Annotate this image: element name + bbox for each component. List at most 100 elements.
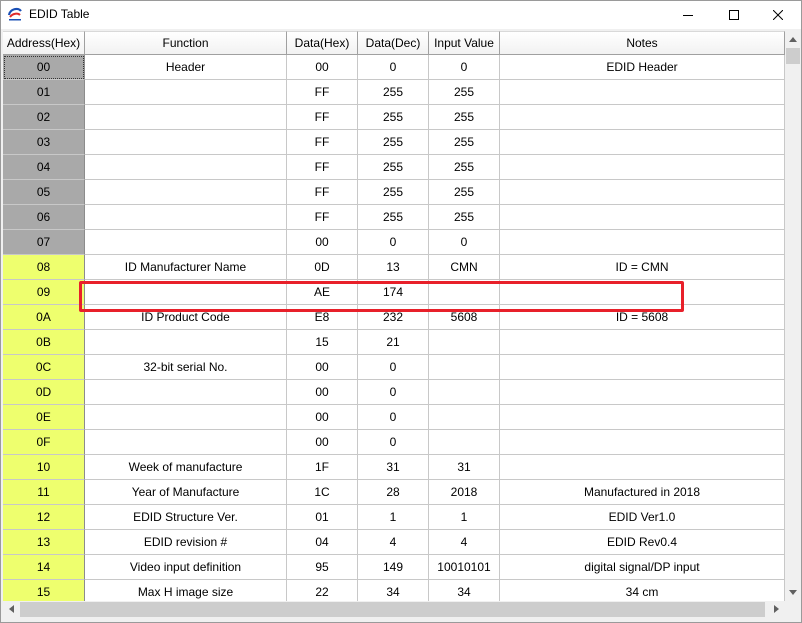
data-dec-cell[interactable]: 21 <box>358 330 429 355</box>
function-cell[interactable] <box>85 105 287 130</box>
function-cell[interactable]: ID Product Code <box>85 305 287 330</box>
address-cell[interactable]: 00 <box>3 55 85 80</box>
notes-cell[interactable] <box>500 355 785 380</box>
column-header-input-value[interactable]: Input Value <box>429 31 500 55</box>
data-dec-cell[interactable]: 0 <box>358 55 429 80</box>
address-cell[interactable]: 0D <box>3 380 85 405</box>
data-hex-cell[interactable]: FF <box>287 205 358 230</box>
address-cell[interactable]: 10 <box>3 455 85 480</box>
column-header-data-dec[interactable]: Data(Dec) <box>358 31 429 55</box>
table-row[interactable]: 04 FF 255 255 <box>3 155 785 180</box>
minimize-button[interactable] <box>665 1 711 29</box>
address-cell[interactable]: 11 <box>3 480 85 505</box>
table-row[interactable]: 03 FF 255 255 <box>3 130 785 155</box>
function-cell[interactable] <box>85 205 287 230</box>
data-dec-cell[interactable]: 255 <box>358 205 429 230</box>
address-cell[interactable]: 0A <box>3 305 85 330</box>
table-row[interactable]: 06 FF 255 255 <box>3 205 785 230</box>
input-value-cell[interactable]: 10010101 <box>429 555 500 580</box>
data-dec-cell[interactable]: 13 <box>358 255 429 280</box>
address-cell[interactable]: 05 <box>3 180 85 205</box>
input-value-cell[interactable]: 255 <box>429 80 500 105</box>
input-value-cell[interactable] <box>429 405 500 430</box>
notes-cell[interactable] <box>500 105 785 130</box>
scroll-down-button[interactable] <box>785 584 801 601</box>
notes-cell[interactable] <box>500 205 785 230</box>
data-dec-cell[interactable]: 232 <box>358 305 429 330</box>
address-cell[interactable]: 0E <box>3 405 85 430</box>
input-value-cell[interactable] <box>429 330 500 355</box>
data-dec-cell[interactable]: 255 <box>358 80 429 105</box>
input-value-cell[interactable]: 4 <box>429 530 500 555</box>
data-hex-cell[interactable]: 22 <box>287 580 358 601</box>
data-hex-cell[interactable]: FF <box>287 80 358 105</box>
vertical-scroll-thumb[interactable] <box>786 48 800 64</box>
notes-cell[interactable]: ID = 5608 <box>500 305 785 330</box>
input-value-cell[interactable]: 5608 <box>429 305 500 330</box>
data-hex-cell[interactable]: 01 <box>287 505 358 530</box>
address-cell[interactable]: 15 <box>3 580 85 601</box>
address-cell[interactable]: 04 <box>3 155 85 180</box>
input-value-cell[interactable]: 255 <box>429 180 500 205</box>
data-dec-cell[interactable]: 149 <box>358 555 429 580</box>
data-dec-cell[interactable]: 31 <box>358 455 429 480</box>
table-row[interactable]: 05 FF 255 255 <box>3 180 785 205</box>
input-value-cell[interactable] <box>429 430 500 455</box>
notes-cell[interactable] <box>500 380 785 405</box>
table-row[interactable]: 01 FF 255 255 <box>3 80 785 105</box>
address-cell[interactable]: 01 <box>3 80 85 105</box>
address-cell[interactable]: 13 <box>3 530 85 555</box>
data-hex-cell[interactable]: 00 <box>287 405 358 430</box>
function-cell[interactable]: Week of manufacture <box>85 455 287 480</box>
input-value-cell[interactable]: 1 <box>429 505 500 530</box>
input-value-cell[interactable]: CMN <box>429 255 500 280</box>
scroll-right-button[interactable] <box>768 601 785 618</box>
input-value-cell[interactable]: 255 <box>429 130 500 155</box>
table-row[interactable]: 09 AE 174 <box>3 280 785 305</box>
notes-cell[interactable]: ID = CMN <box>500 255 785 280</box>
function-cell[interactable]: Header <box>85 55 287 80</box>
data-hex-cell[interactable]: 15 <box>287 330 358 355</box>
notes-cell[interactable] <box>500 405 785 430</box>
function-cell[interactable] <box>85 330 287 355</box>
notes-cell[interactable] <box>500 280 785 305</box>
data-hex-cell[interactable]: 00 <box>287 55 358 80</box>
table-row[interactable]: 13 EDID revision #04 4 4 EDID Rev0.4 <box>3 530 785 555</box>
data-dec-cell[interactable]: 255 <box>358 155 429 180</box>
table-row[interactable]: 0B 15 21 <box>3 330 785 355</box>
address-cell[interactable]: 02 <box>3 105 85 130</box>
input-value-cell[interactable]: 255 <box>429 205 500 230</box>
address-cell[interactable]: 03 <box>3 130 85 155</box>
horizontal-scroll-thumb[interactable] <box>20 602 765 617</box>
function-cell[interactable]: EDID Structure Ver. <box>85 505 287 530</box>
address-cell[interactable]: 07 <box>3 230 85 255</box>
input-value-cell[interactable]: 2018 <box>429 480 500 505</box>
notes-cell[interactable]: digital signal/DP input <box>500 555 785 580</box>
data-dec-cell[interactable]: 0 <box>358 430 429 455</box>
column-header-notes[interactable]: Notes <box>500 31 785 55</box>
table-row[interactable]: 00 Header 00 0 0 EDID Header <box>3 55 785 80</box>
function-cell[interactable]: Max H image size <box>85 580 287 601</box>
function-cell[interactable]: Year of Manufacture <box>85 480 287 505</box>
input-value-cell[interactable] <box>429 380 500 405</box>
table-row[interactable]: 11 Year of Manufacture 1C 28 2018 Manufacture… <box>3 480 785 505</box>
notes-cell[interactable] <box>500 180 785 205</box>
data-dec-cell[interactable]: 255 <box>358 105 429 130</box>
input-value-cell[interactable]: 31 <box>429 455 500 480</box>
notes-cell[interactable] <box>500 230 785 255</box>
address-cell[interactable]: 12 <box>3 505 85 530</box>
function-cell[interactable] <box>85 380 287 405</box>
scroll-up-button[interactable] <box>785 31 801 48</box>
notes-cell[interactable] <box>500 155 785 180</box>
input-value-cell[interactable]: 34 <box>429 580 500 601</box>
table-row[interactable]: 0C 32-bit serial No. 00 0 <box>3 355 785 380</box>
function-cell[interactable] <box>85 430 287 455</box>
data-hex-cell[interactable]: AE <box>287 280 358 305</box>
function-cell[interactable] <box>85 405 287 430</box>
data-dec-cell[interactable]: 1 <box>358 505 429 530</box>
function-cell[interactable] <box>85 280 287 305</box>
notes-cell[interactable]: EDID Rev0.4 <box>500 530 785 555</box>
table-row[interactable]: 0D 00 0 <box>3 380 785 405</box>
table-row[interactable]: 07 00 0 0 <box>3 230 785 255</box>
data-dec-cell[interactable]: 0 <box>358 230 429 255</box>
